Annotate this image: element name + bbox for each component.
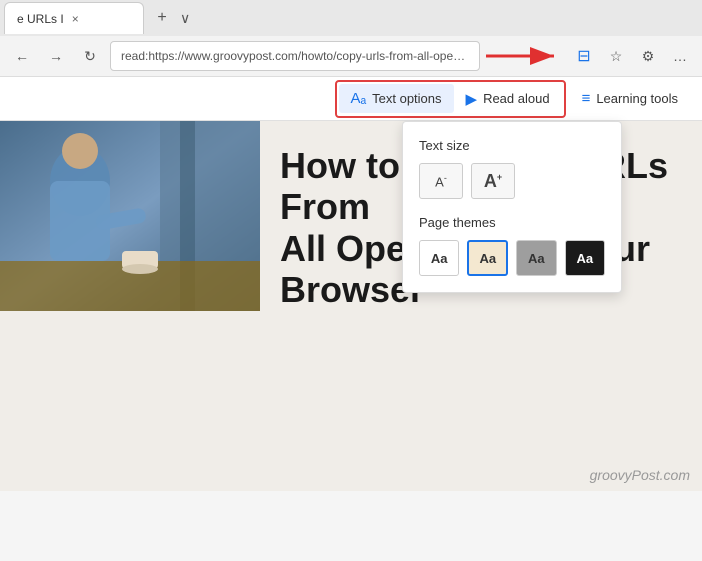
toolbar-highlight-box: Aₐ Text options ▶ Read aloud bbox=[335, 80, 566, 118]
theme-gray-button[interactable]: Aa bbox=[516, 240, 556, 276]
reader-toolbar: Aₐ Text options ▶ Read aloud ≡ Learning … bbox=[0, 77, 702, 121]
theme-dark-label: Aa bbox=[576, 251, 593, 266]
tab-bar: e URLs I × + ∨ bbox=[0, 0, 702, 36]
text-options-label: Text options bbox=[372, 91, 441, 106]
favorites-button[interactable]: ☆ bbox=[602, 42, 630, 70]
theme-white-label: Aa bbox=[431, 251, 448, 266]
red-arrow-icon bbox=[486, 44, 566, 68]
toolbar-icons: ⊟ ☆ ⚙ … bbox=[486, 42, 694, 70]
url-text: read:https://www.groovypost.com/howto/co… bbox=[121, 49, 469, 63]
decrease-icon: A- bbox=[435, 173, 447, 189]
active-tab[interactable]: e URLs I × bbox=[4, 2, 144, 34]
text-size-controls: A- A+ bbox=[419, 163, 605, 199]
theme-white-button[interactable]: Aa bbox=[419, 240, 459, 276]
text-options-panel: Text size A- A+ Page themes Aa Aa Aa Aa bbox=[402, 121, 622, 293]
back-button[interactable]: ← bbox=[8, 42, 36, 70]
more-menu-button[interactable]: … bbox=[666, 42, 694, 70]
reader-mode-button[interactable]: ⊟ bbox=[570, 42, 598, 70]
theme-dark-button[interactable]: Aa bbox=[565, 240, 605, 276]
refresh-button[interactable]: ↻ bbox=[76, 42, 104, 70]
page-themes-row: Aa Aa Aa Aa bbox=[419, 240, 605, 276]
text-size-title: Text size bbox=[419, 138, 605, 153]
watermark: groovyPost.com bbox=[590, 467, 690, 483]
tab-title: e URLs I bbox=[17, 12, 64, 26]
theme-gray-label: Aa bbox=[528, 251, 545, 266]
address-bar-row: ← → ↻ read:https://www.groovypost.com/ho… bbox=[0, 36, 702, 76]
tab-list-button[interactable]: ∨ bbox=[180, 10, 190, 27]
text-options-button[interactable]: Aₐ Text options bbox=[339, 84, 454, 113]
read-aloud-button[interactable]: ▶ Read aloud bbox=[454, 84, 562, 114]
page-themes-title: Page themes bbox=[419, 215, 605, 230]
increase-icon: A+ bbox=[484, 171, 502, 192]
theme-sepia-button[interactable]: Aa bbox=[467, 240, 508, 276]
theme-sepia-label: Aa bbox=[479, 251, 496, 266]
forward-button[interactable]: → bbox=[42, 42, 70, 70]
article-hero-image bbox=[0, 121, 260, 311]
tab-close-icon[interactable]: × bbox=[72, 12, 79, 26]
new-tab-button[interactable]: + bbox=[148, 4, 176, 32]
learning-tools-label: Learning tools bbox=[596, 91, 678, 106]
read-aloud-icon: ▶ bbox=[466, 90, 478, 108]
increase-text-size-button[interactable]: A+ bbox=[471, 163, 515, 199]
reader-toolbar-area: Aₐ Text options ▶ Read aloud ≡ Learning … bbox=[0, 77, 702, 121]
text-options-icon: Aₐ bbox=[351, 90, 367, 107]
decrease-text-size-button[interactable]: A- bbox=[419, 163, 463, 199]
settings-button[interactable]: ⚙ bbox=[634, 42, 662, 70]
read-aloud-label: Read aloud bbox=[483, 91, 550, 106]
hero-image-svg bbox=[0, 121, 260, 311]
address-bar[interactable]: read:https://www.groovypost.com/howto/co… bbox=[110, 41, 480, 71]
learning-tools-button[interactable]: ≡ Learning tools bbox=[570, 84, 690, 113]
learning-tools-icon: ≡ bbox=[582, 90, 591, 107]
